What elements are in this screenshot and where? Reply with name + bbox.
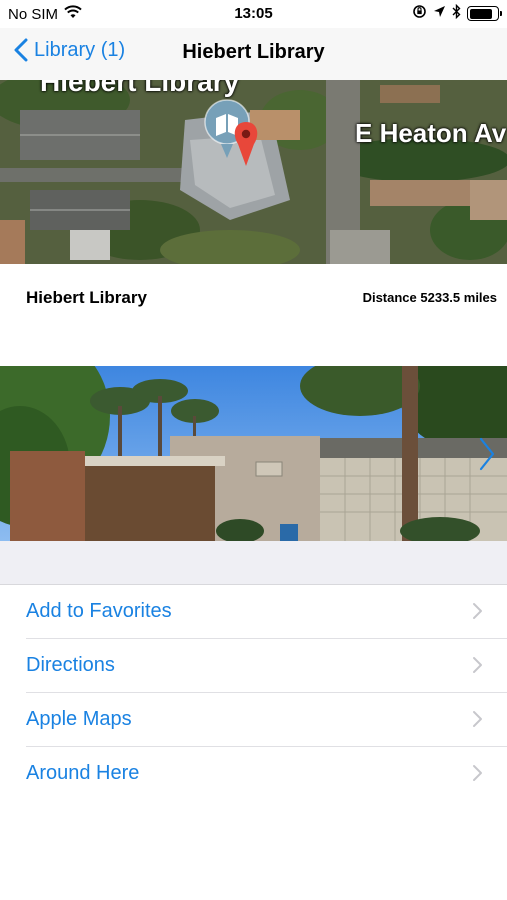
chevron-right-icon	[473, 765, 482, 781]
place-info: Hiebert Library Distance 5233.5 miles	[0, 264, 507, 366]
map-place-label: Hiebert Library	[40, 80, 240, 97]
battery-icon	[467, 6, 502, 21]
map-street-label: E Heaton Av	[355, 118, 507, 148]
around-here-label: Around Here	[26, 762, 140, 784]
status-right	[412, 3, 502, 23]
chevron-right-icon	[479, 437, 495, 471]
next-photo-button[interactable]	[477, 436, 497, 477]
chevron-right-icon	[473, 603, 482, 619]
battery-level	[469, 8, 493, 19]
library-photo-image	[0, 366, 507, 541]
add-to-favorites-row[interactable]: Add to Favorites	[0, 585, 507, 639]
location-arrow-icon	[433, 5, 446, 22]
apple-maps-label: Apple Maps	[26, 708, 132, 730]
back-button[interactable]: Library (1)	[14, 38, 125, 62]
action-list: Add to Favorites Directions Apple Maps A…	[0, 585, 507, 801]
apple-maps-row[interactable]: Apple Maps	[0, 693, 507, 747]
map-imagery	[0, 80, 507, 264]
rotation-lock-icon	[412, 4, 427, 23]
satellite-map[interactable]: Hiebert Library E Heaton Av	[0, 80, 507, 264]
navigation-bar: Library (1) Hiebert Library	[0, 28, 507, 80]
section-separator	[0, 541, 507, 585]
add-to-favorites-label: Add to Favorites	[26, 600, 172, 622]
around-here-row[interactable]: Around Here	[0, 747, 507, 801]
chevron-right-icon	[473, 711, 482, 727]
place-distance: Distance 5233.5 miles	[362, 290, 497, 305]
chevron-right-icon	[473, 657, 482, 673]
directions-row[interactable]: Directions	[0, 639, 507, 693]
chevron-left-icon	[14, 38, 28, 62]
bluetooth-icon	[452, 3, 461, 23]
back-button-label: Library (1)	[34, 38, 126, 61]
place-photo[interactable]	[0, 366, 507, 541]
status-bar: No SIM 13:05	[0, 0, 507, 28]
directions-label: Directions	[26, 654, 115, 676]
place-name: Hiebert Library	[26, 288, 147, 307]
